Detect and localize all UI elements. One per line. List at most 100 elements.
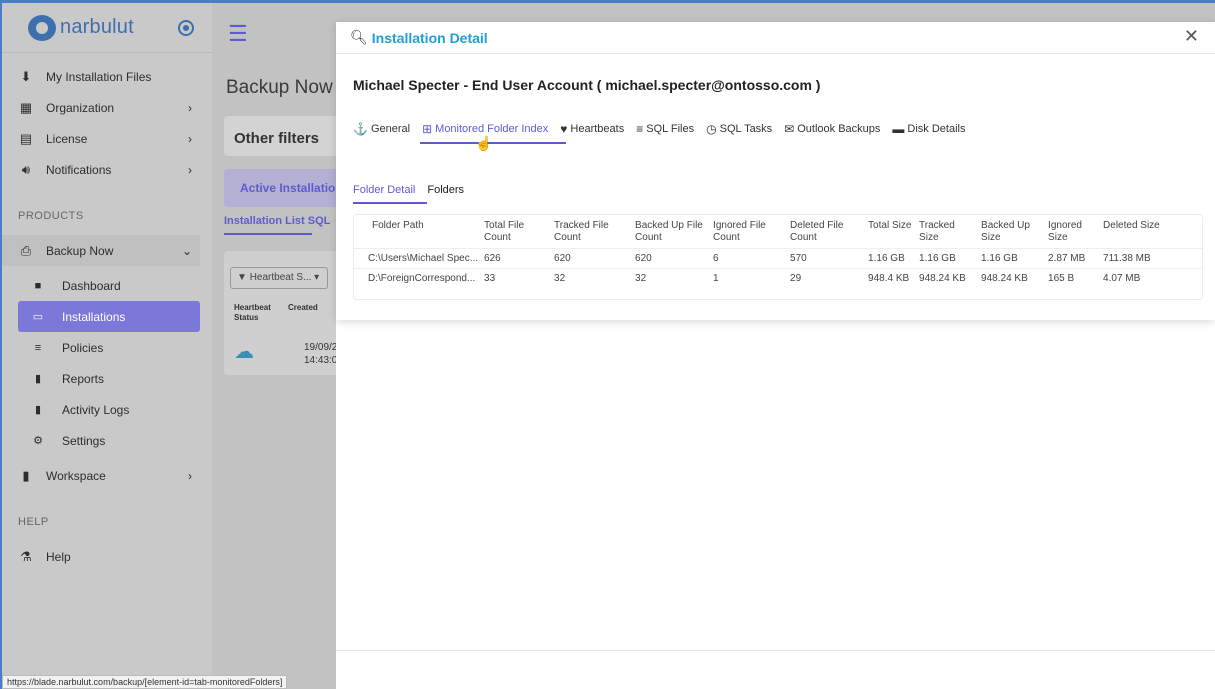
column-header[interactable]: Total Size	[865, 215, 916, 249]
download-icon: ⬇	[20, 68, 32, 84]
sidebar-item-workspace[interactable]: ▮ Workspace ›	[2, 460, 212, 491]
subtab-underline	[353, 202, 427, 204]
sidebar-item-help[interactable]: ⚗ Help	[2, 541, 212, 572]
sidebar-item-settings[interactable]: ⚙ Settings	[2, 425, 212, 456]
table-cell: 165 B	[1045, 268, 1101, 288]
table-cell: 32	[551, 268, 633, 288]
report-icon: ▮	[34, 373, 42, 385]
other-filters-card[interactable]: Other filters	[224, 116, 344, 156]
sitemap-icon: ⊞	[422, 122, 433, 136]
table-cell: 6	[710, 248, 788, 269]
sidebar-item-activity-logs[interactable]: ▮ Activity Logs	[2, 394, 212, 425]
clock-icon: ◷	[706, 122, 717, 136]
monitor-icon: ▭	[32, 311, 44, 323]
chevron-right-icon: ›	[188, 468, 192, 483]
sidebar-item-policies[interactable]: ≡ Policies	[2, 332, 212, 363]
sidebar-item-installations[interactable]: ▭ Installations	[18, 301, 200, 332]
table-cell: 1.16 GB	[865, 248, 917, 269]
hamburger-icon[interactable]: ☰	[228, 21, 248, 47]
logo-icon	[28, 14, 56, 41]
chevron-down-icon: ⌄	[181, 243, 192, 258]
chevron-right-icon: ›	[188, 162, 192, 177]
logo-text: narbulut	[60, 16, 134, 38]
column-created[interactable]: Created	[288, 303, 318, 312]
modal-title: Installation Detail	[371, 29, 488, 46]
anchor-icon: ⚓	[353, 122, 368, 136]
folder-subtabs: Folder Detail Folders	[353, 184, 476, 196]
help-section-title: HELP	[18, 516, 49, 528]
page-title: Backup Now -	[226, 77, 345, 98]
row-created-date: 19/09/2 14:43:0	[304, 342, 338, 366]
column-header[interactable]: Tracked Size	[916, 215, 978, 249]
sidebar-item-dashboard[interactable]: ■ Dashboard	[2, 270, 212, 301]
table-cell: 626	[481, 248, 552, 269]
column-header[interactable]: Backed Up Size	[978, 215, 1045, 249]
folder-open-icon: ▬	[892, 122, 905, 136]
database-icon: ≡	[636, 122, 644, 136]
column-header[interactable]: Backed Up File Count	[632, 215, 710, 249]
gears-icon: ⚙	[33, 435, 43, 447]
active-installations-tab[interactable]: Active Installation	[224, 169, 344, 207]
subtab-folder-detail[interactable]: Folder Detail	[353, 184, 415, 196]
tab-sql-files[interactable]: ≡ SQL Files	[636, 122, 694, 136]
file-icon: ▮	[22, 467, 30, 483]
tab-monitored-folder-index[interactable]: ⊞ Monitored Folder Index	[422, 122, 548, 136]
modal-footer-divider	[336, 650, 1215, 651]
account-title: Michael Specter - End User Account ( mic…	[353, 77, 821, 93]
dashboard-icon: ■	[34, 279, 42, 292]
column-header[interactable]: Tracked File Count	[551, 215, 632, 249]
cloud-icon: ☁	[234, 341, 254, 363]
hand-cursor-icon: ☝	[475, 135, 493, 151]
table-cell: 948.4 KB	[865, 268, 917, 288]
grid-icon: ▦	[19, 99, 33, 115]
table-cell: 32	[632, 268, 711, 288]
installation-detail-modal: 🔍︎ Installation Detail ✕ Michael Specter…	[336, 22, 1215, 320]
table-row[interactable]: C:\Users\Michael Spec... 626 620 620 6 5…	[354, 248, 1202, 269]
list-icon: ≡	[34, 341, 42, 354]
products-section-title: PRODUCTS	[18, 210, 84, 222]
sidebar-item-license[interactable]: ▤ License ›	[2, 123, 212, 154]
installations-table-card: ▼ Heartbeat S... ▾ Heartbeat Status Crea…	[224, 251, 344, 375]
sidebar-item-backup-now[interactable]: ⎙ Backup Now ⌄	[2, 235, 200, 266]
tab-outlook-backups[interactable]: ✉ Outlook Backups	[784, 122, 880, 136]
column-header[interactable]: Ignored File Count	[710, 215, 787, 249]
chevron-right-icon: ›	[188, 131, 192, 146]
column-header[interactable]: Total File Count	[481, 215, 551, 249]
tab-underline	[224, 233, 312, 235]
chevron-right-icon: ›	[188, 100, 192, 115]
heartbeat-filter[interactable]: ▼ Heartbeat S... ▾	[230, 267, 328, 289]
column-header[interactable]: Ignored Size	[1045, 215, 1100, 249]
table-header-row: Folder Path Total File Count Tracked Fil…	[354, 215, 1202, 249]
table-cell: 1.16 GB	[916, 248, 979, 269]
table-cell: 620	[551, 248, 633, 269]
close-icon[interactable]: ✕	[1184, 26, 1199, 47]
table-cell: 1.16 GB	[978, 248, 1046, 269]
target-icon[interactable]	[178, 19, 194, 36]
table-cell: 948.24 KB	[978, 268, 1046, 288]
detail-tabs: ⚓ General ⊞ Monitored Folder Index ♥ Hea…	[353, 122, 977, 136]
column-header[interactable]: Deleted Size	[1100, 215, 1202, 249]
table-cell: 570	[787, 248, 866, 269]
table-cell: 29	[787, 268, 866, 288]
log-icon: ▮	[34, 404, 42, 416]
installation-tabs[interactable]: Installation List SQL	[224, 215, 330, 235]
tab-disk-details[interactable]: ▬ Disk Details	[892, 122, 965, 136]
column-header[interactable]: Deleted File Count	[787, 215, 865, 249]
tab-general[interactable]: ⚓ General	[353, 122, 410, 136]
column-heartbeat-status[interactable]: Heartbeat Status	[234, 303, 278, 323]
sidebar-item-organization[interactable]: ▦ Organization ›	[2, 92, 212, 123]
modal-body-lower	[336, 320, 1215, 689]
sidebar-item-reports[interactable]: ▮ Reports	[2, 363, 212, 394]
column-header[interactable]: Folder Path	[354, 215, 481, 249]
sidebar: narbulut ⬇ My Installation Files ▦ Organ…	[2, 3, 212, 689]
sidebar-item-notifications[interactable]: 🔊︎ Notifications ›	[2, 154, 212, 185]
dropdown-icon: ▾	[314, 272, 320, 283]
tab-heartbeats[interactable]: ♥ Heartbeats	[560, 122, 624, 136]
sidebar-item-installation-files[interactable]: ⬇ My Installation Files	[2, 61, 212, 92]
subtab-folders[interactable]: Folders	[427, 184, 464, 196]
logo-row: narbulut	[2, 3, 212, 53]
tab-sql-tasks[interactable]: ◷ SQL Tasks	[706, 122, 772, 136]
table-row[interactable]: D:\ForeignCorrespond... 33 32 32 1 29 94…	[354, 268, 1202, 288]
table-cell: 4.07 MB	[1100, 268, 1202, 288]
table-cell: 1	[710, 268, 788, 288]
